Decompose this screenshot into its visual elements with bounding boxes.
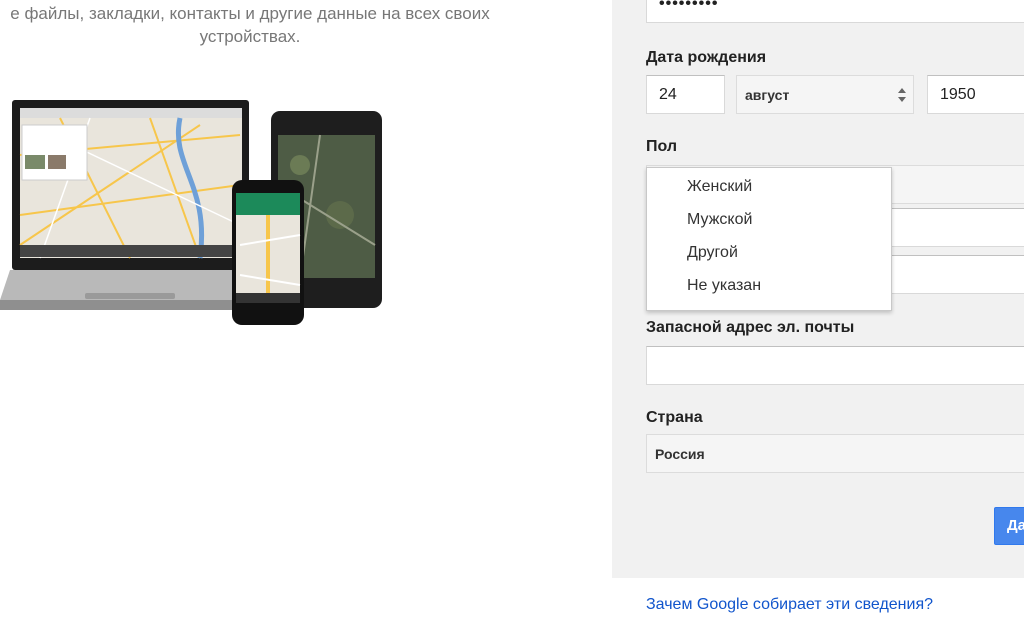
gender-label: Пол — [646, 138, 678, 155]
backup-email-label: Запасной адрес эл. почты — [646, 319, 855, 336]
gender-option-other[interactable]: Другой — [647, 236, 891, 269]
country-label: Страна — [646, 409, 703, 426]
intro-description: е файлы, закладки, контакты и другие дан… — [0, 2, 520, 48]
password-confirm-field[interactable]: ••••••••• — [646, 0, 1024, 23]
devices-illustration — [0, 100, 382, 325]
intro-line-1: е файлы, закладки, контакты и другие дан… — [10, 4, 490, 23]
birth-day-input[interactable]: 24 — [646, 75, 725, 114]
gender-dropdown-menu: Женский Мужской Другой Не указан — [646, 167, 892, 311]
gender-option-female[interactable]: Женский — [647, 170, 891, 203]
country-select[interactable]: Россия — [646, 434, 1024, 473]
why-google-collects-link[interactable]: Зачем Google собирает эти сведения? — [646, 596, 933, 614]
intro-line-2: устройствах. — [199, 27, 301, 46]
birth-year-value: 1950 — [940, 85, 976, 103]
birth-month-select[interactable]: август — [736, 75, 914, 114]
backup-email-input[interactable] — [646, 346, 1024, 385]
country-value: Россия — [655, 445, 705, 462]
birth-day-value: 24 — [659, 85, 677, 103]
birthdate-label: Дата рождения — [646, 49, 767, 66]
gender-option-male[interactable]: Мужской — [647, 203, 891, 236]
birth-month-value: август — [745, 86, 790, 103]
gender-option-unspecified[interactable]: Не указан — [647, 269, 891, 302]
birth-year-input[interactable]: 1950 — [927, 75, 1024, 114]
next-step-button[interactable]: Да — [994, 507, 1024, 545]
select-arrows-icon — [898, 88, 906, 102]
password-mask: ••••••••• — [659, 0, 719, 12]
